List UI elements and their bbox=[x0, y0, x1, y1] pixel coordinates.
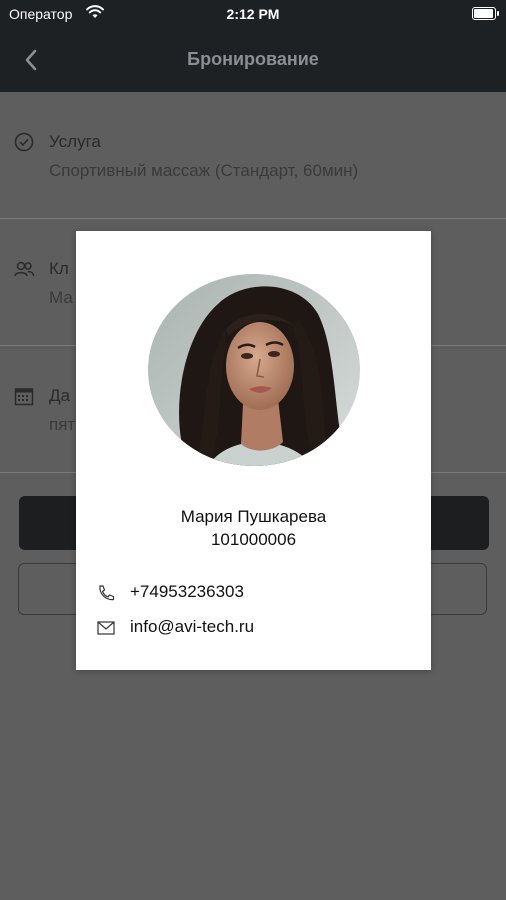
clock: 2:12 PM bbox=[226, 6, 280, 22]
service-value: Спортивный массаж (Стандарт, 60мин) bbox=[49, 161, 359, 180]
mail-icon bbox=[97, 621, 115, 635]
battery-icon bbox=[472, 7, 499, 20]
client-name: Мария Пушкарева bbox=[180, 507, 327, 526]
phone-icon bbox=[99, 585, 115, 601]
email-address[interactable]: info@avi-tech.ru bbox=[130, 617, 254, 637]
client-card-modal: Мария Пушкарева 101000006 +74953236303 i… bbox=[76, 231, 431, 670]
service-row[interactable]: Услуга Спортивный массаж (Стандарт, 60ми… bbox=[0, 92, 506, 219]
client-code: 101000006 bbox=[210, 530, 297, 549]
calendar-icon bbox=[14, 388, 34, 406]
client-value: Ма bbox=[49, 288, 73, 307]
users-icon bbox=[14, 261, 35, 277]
client-label: Кл bbox=[49, 259, 69, 278]
date-value: пят bbox=[49, 415, 76, 434]
date-label: Да bbox=[49, 386, 70, 405]
phone-number[interactable]: +74953236303 bbox=[130, 582, 244, 602]
page-title: Бронирование bbox=[187, 49, 319, 69]
check-circle-icon bbox=[14, 132, 34, 152]
status-bar: Оператор 2:12 PM bbox=[0, 0, 506, 28]
nav-bar: Бронирование bbox=[0, 28, 506, 92]
service-label: Услуга bbox=[49, 132, 101, 151]
avatar bbox=[148, 274, 360, 466]
